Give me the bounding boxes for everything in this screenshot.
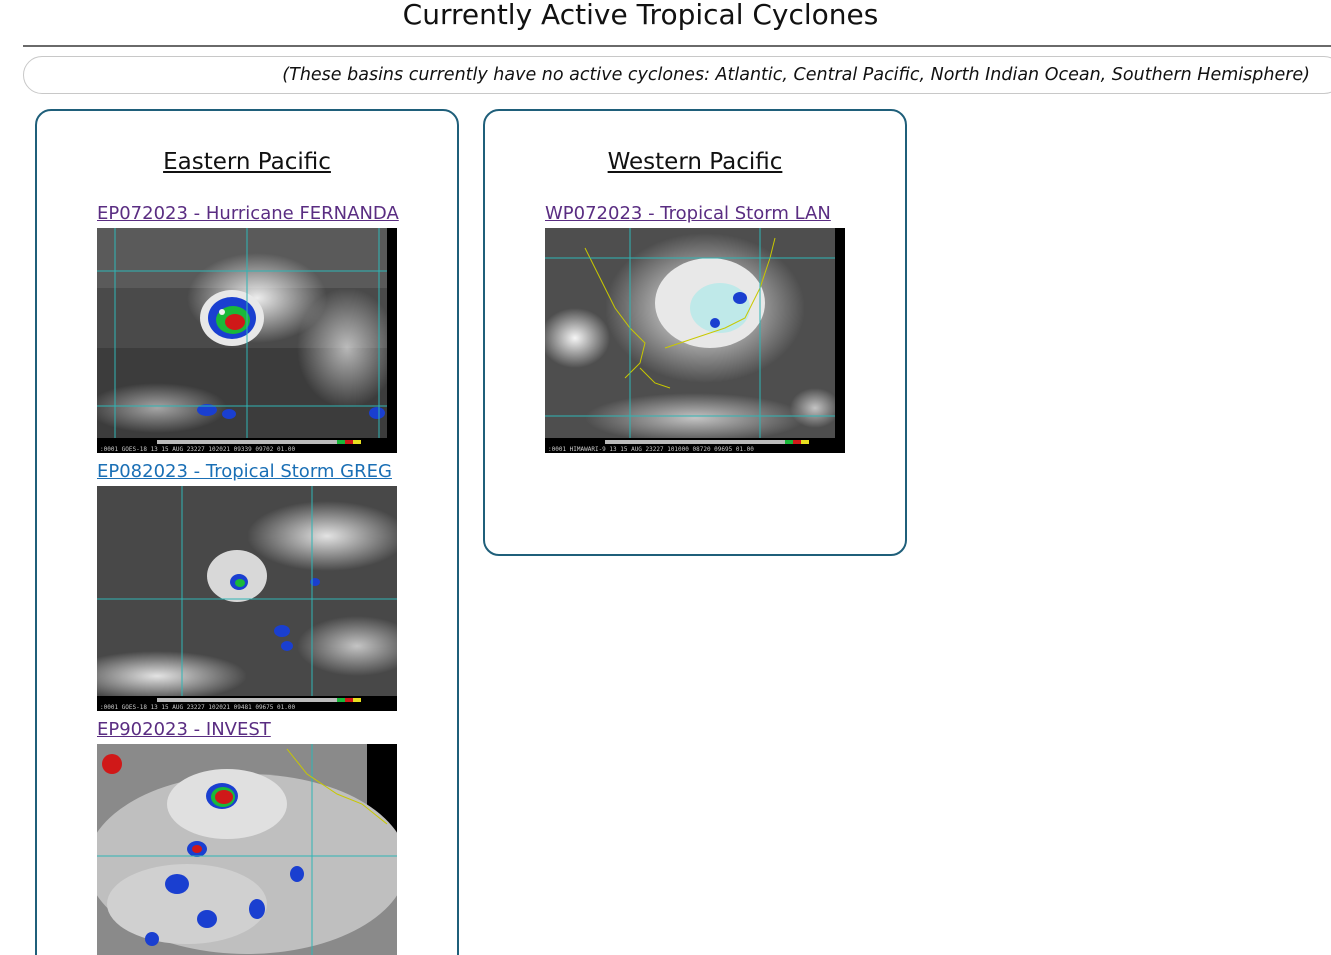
- storm-link-ep902023[interactable]: EP902023 - INVEST: [97, 719, 271, 740]
- basin-heading-eastern-pacific: Eastern Pacific: [163, 149, 331, 175]
- satellite-image-ep902023[interactable]: [97, 744, 397, 955]
- satellite-caption-wp072023: :0001 HIMAWARI-9 13 15 AUG 23227 101000 …: [548, 446, 754, 453]
- page-title: Currently Active Tropical Cyclones: [402, 0, 879, 31]
- satellite-image-ep072023[interactable]: :0001 GOES-18 13 15 AUG 23227 102021 093…: [97, 228, 397, 453]
- storm-link-wp072023[interactable]: WP072023 - Tropical Storm LAN: [545, 203, 831, 224]
- satellite-caption-ep082023: :0001 GOES-18 13 15 AUG 23227 102021 094…: [100, 704, 295, 711]
- basin-heading-western-pacific: Western Pacific: [607, 149, 783, 175]
- basin-card-western-pacific: Western Pacific WP072023 - Tropical Stor…: [483, 109, 907, 556]
- title-divider: [23, 45, 1331, 47]
- basin-card-eastern-pacific: Eastern Pacific EP072023 - Hurricane FER…: [35, 109, 459, 955]
- satellite-image-ep082023[interactable]: :0001 GOES-18 13 15 AUG 23227 102021 094…: [97, 486, 397, 711]
- satellite-image-wp072023[interactable]: :0001 HIMAWARI-9 13 15 AUG 23227 101000 …: [545, 228, 845, 453]
- page: Currently Active Tropical Cyclones (Thes…: [0, 0, 1331, 955]
- inactive-basins-text: (These basins currently have no active c…: [282, 65, 1310, 85]
- storm-link-ep082023[interactable]: EP082023 - Tropical Storm GREG: [97, 461, 392, 482]
- satellite-caption-ep072023: :0001 GOES-18 13 15 AUG 23227 102021 093…: [100, 446, 295, 453]
- inactive-basins-notice: (These basins currently have no active c…: [23, 56, 1331, 94]
- storm-link-ep072023[interactable]: EP072023 - Hurricane FERNANDA: [97, 203, 399, 224]
